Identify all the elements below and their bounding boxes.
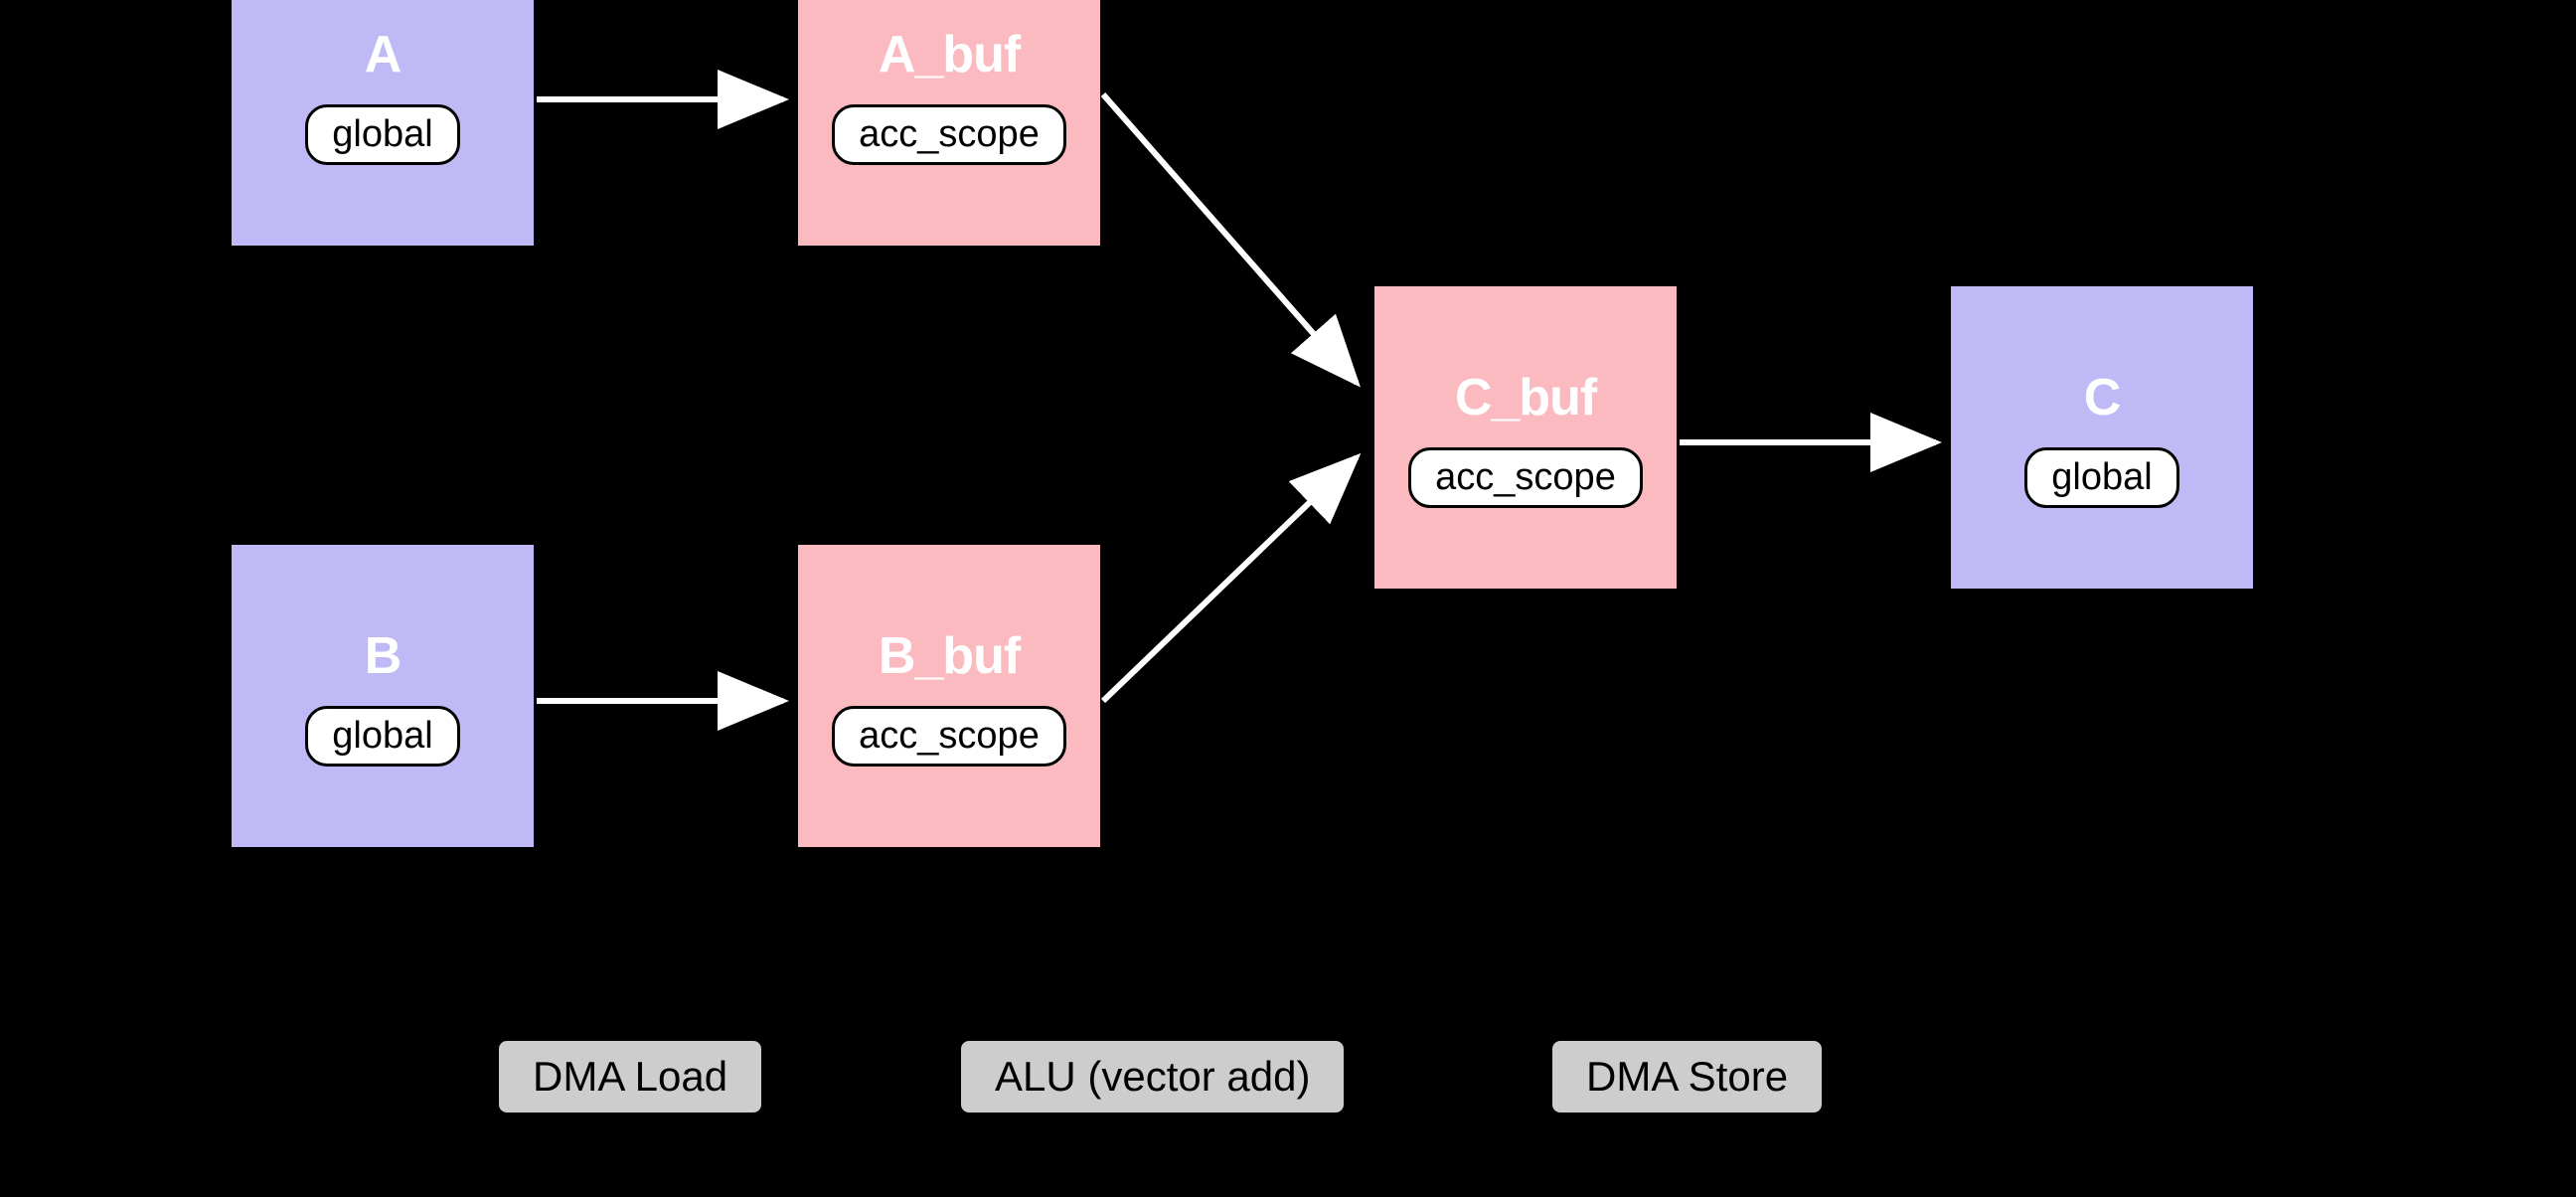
- buffer-c-buf-box: C_buf acc_scope: [1371, 283, 1680, 592]
- arrow-bbuf-to-cbuf: [1103, 398, 1381, 716]
- arrow-b-to-bbuf: [537, 676, 805, 726]
- buffer-c-name: C: [2084, 368, 2121, 428]
- buffer-b-box: B global: [229, 542, 537, 850]
- buffer-b-buf-box: B_buf acc_scope: [795, 542, 1103, 850]
- buffer-c-box: C global: [1948, 283, 2256, 592]
- buffer-b-scope: global: [305, 706, 459, 767]
- buffer-b-name: B: [365, 626, 402, 686]
- buffer-c-buf-name: C_buf: [1455, 368, 1596, 428]
- buffer-a-scope: global: [305, 104, 459, 165]
- buffer-b-buf-scope: acc_scope: [832, 706, 1066, 767]
- arrow-a-to-abuf: [537, 75, 805, 124]
- buffer-b-buf-name: B_buf: [879, 626, 1020, 686]
- arrow-abuf-to-cbuf: [1103, 89, 1381, 408]
- stage-dma-store: DMA Store: [1550, 1039, 1824, 1114]
- buffer-a-name: A: [365, 25, 402, 85]
- buffer-a-buf-scope: acc_scope: [832, 104, 1066, 165]
- buffer-c-scope: global: [2024, 447, 2178, 508]
- buffer-a-buf-box: A_buf acc_scope: [795, 0, 1103, 249]
- buffer-c-buf-scope: acc_scope: [1408, 447, 1643, 508]
- stage-alu: ALU (vector add): [959, 1039, 1346, 1114]
- buffer-a-buf-name: A_buf: [879, 25, 1020, 85]
- buffer-a-box: A global: [229, 0, 537, 249]
- arrow-cbuf-to-c: [1680, 418, 1958, 467]
- stage-dma-load: DMA Load: [497, 1039, 763, 1114]
